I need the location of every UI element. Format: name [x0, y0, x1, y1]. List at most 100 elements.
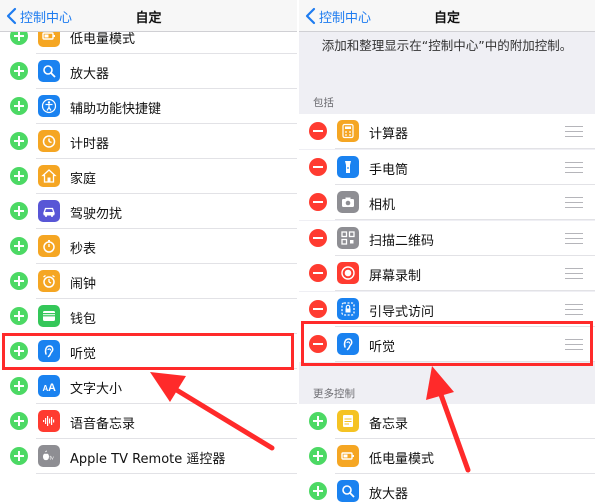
control-row[interactable]: 手电筒 — [299, 149, 595, 185]
control-row[interactable]: 放大器 — [0, 54, 297, 89]
reorder-handle-icon[interactable] — [565, 232, 583, 244]
control-row-label: 放大器 — [70, 67, 110, 82]
control-row[interactable]: 相机 — [299, 185, 595, 220]
timer-icon — [38, 130, 60, 152]
screenshot-stage: 控制中心 自定 低电量模式 放大器 辅助功能快捷键 计时器 家庭 驾驶勿扰 秒表 闹钟 钱包 听觉… — [0, 0, 595, 503]
control-row[interactable]: 语音备忘录 — [0, 404, 297, 439]
control-row-label: 屏幕录制 — [369, 269, 422, 284]
control-row-label: 计时器 — [70, 137, 110, 152]
control-row-label: 家庭 — [70, 172, 97, 187]
reorder-handle-icon[interactable] — [565, 197, 583, 208]
control-row[interactable]: 秒表 — [0, 229, 297, 264]
more-controls-section-header: 更多控制 — [313, 388, 355, 400]
notes-icon — [337, 410, 359, 432]
car-icon — [38, 200, 60, 222]
remove-control-button[interactable] — [309, 264, 327, 282]
customize-description: 添加和整理显示在“控制中心”中的附加控制。 — [321, 38, 573, 53]
control-row-label: 放大器 — [369, 487, 409, 502]
control-row-label: 语音备忘录 — [70, 417, 136, 432]
add-control-button[interactable] — [10, 377, 28, 395]
reorder-handle-icon[interactable] — [565, 126, 583, 137]
control-row-label: 驾驶勿扰 — [70, 207, 123, 222]
highlight-box-left — [2, 333, 294, 370]
control-row[interactable]: 放大器 — [299, 474, 595, 503]
voice-memo-icon — [38, 410, 60, 432]
control-row[interactable]: 扫描二维码 — [299, 220, 595, 256]
control-row[interactable]: 计算器 — [299, 114, 595, 149]
remove-control-button[interactable] — [309, 299, 327, 318]
control-row[interactable]: 备忘录 — [299, 404, 595, 439]
control-row-label: Apple TV Remote 遥控器 — [70, 452, 226, 467]
wallet-icon — [38, 305, 60, 327]
control-row[interactable]: 屏幕录制 — [299, 256, 595, 291]
control-row-label: 扫描二维码 — [369, 233, 435, 249]
guided-access-icon — [337, 297, 359, 320]
control-row[interactable]: tv Apple TV Remote 遥控器 — [0, 439, 297, 474]
control-row-label: 手电筒 — [369, 162, 409, 178]
alarm-icon — [38, 270, 60, 292]
highlight-box-right — [301, 321, 593, 366]
control-row-label: 计算器 — [369, 127, 409, 142]
home-icon — [38, 165, 60, 187]
control-row[interactable]: 钱包 — [0, 299, 297, 334]
remove-control-button[interactable] — [309, 157, 327, 176]
control-row-label: 秒表 — [70, 242, 97, 257]
magnifier-icon — [337, 480, 359, 502]
flashlight-icon — [337, 155, 359, 178]
control-row[interactable]: 家庭 — [0, 159, 297, 194]
add-control-button[interactable] — [309, 412, 327, 430]
control-row-label: 备忘录 — [369, 417, 409, 432]
control-row-label: 辅助功能快捷键 — [70, 102, 162, 117]
control-row[interactable]: 低电量模式 — [299, 439, 595, 474]
control-row[interactable]: 驾驶勿扰 — [0, 194, 297, 229]
camera-icon — [337, 191, 359, 213]
svg-text:tv: tv — [50, 456, 55, 462]
control-row[interactable]: 计时器 — [0, 124, 297, 159]
control-row-label: 相机 — [369, 198, 396, 213]
control-row-label: 闹钟 — [70, 277, 97, 292]
battery-icon — [337, 445, 359, 467]
control-row-label: 钱包 — [70, 312, 97, 327]
add-control-button[interactable] — [10, 132, 28, 150]
control-row[interactable]: 闹钟 — [0, 264, 297, 299]
reorder-handle-icon[interactable] — [565, 303, 583, 315]
add-control-button[interactable] — [10, 412, 28, 430]
add-control-button[interactable] — [10, 167, 28, 185]
add-control-button[interactable] — [10, 62, 28, 80]
remove-control-button[interactable] — [309, 193, 327, 211]
add-control-button[interactable] — [309, 482, 327, 500]
reorder-handle-icon[interactable] — [565, 268, 583, 279]
included-section-header: 包括 — [313, 97, 334, 109]
row-separator — [36, 473, 297, 474]
add-control-button[interactable] — [10, 97, 28, 115]
calculator-icon — [337, 120, 359, 142]
remove-control-button[interactable] — [309, 228, 327, 247]
stopwatch-icon — [38, 235, 60, 257]
control-row-label: 文字大小 — [70, 382, 123, 397]
text-size-icon: AA — [38, 375, 60, 397]
control-row-label: 引导式访问 — [369, 304, 435, 320]
left-nav-bar: 控制中心 自定 — [0, 0, 297, 32]
screen-record-icon — [337, 262, 359, 284]
reorder-handle-icon[interactable] — [565, 161, 583, 173]
apple-tv-icon: tv — [38, 445, 60, 467]
right-nav-bar: 控制中心 自定 — [299, 0, 595, 32]
control-row[interactable]: A A 文字大小 — [0, 369, 297, 404]
add-control-button[interactable] — [10, 447, 28, 465]
add-control-button[interactable] — [309, 447, 327, 465]
left-page-title: 自定 — [135, 11, 162, 26]
qr-code-icon — [337, 226, 359, 249]
control-row-label: 低电量模式 — [369, 452, 435, 467]
add-control-button[interactable] — [10, 307, 28, 325]
left-settings-panel: 控制中心 自定 低电量模式 放大器 辅助功能快捷键 计时器 家庭 驾驶勿扰 秒表 闹钟 钱包 听觉… — [0, 0, 297, 503]
accessibility-icon — [38, 95, 60, 117]
add-control-button[interactable] — [10, 237, 28, 255]
svg-text:A: A — [48, 382, 56, 394]
right-page-title: 自定 — [433, 11, 460, 26]
control-row[interactable]: 辅助功能快捷键 — [0, 89, 297, 124]
add-control-button[interactable] — [10, 202, 28, 220]
add-control-button[interactable] — [10, 272, 28, 290]
magnifier-icon — [38, 60, 60, 82]
remove-control-button[interactable] — [309, 122, 327, 140]
right-settings-panel: 控制中心 自定 添加和整理显示在“控制中心”中的附加控制。 包括 计算器手电筒相… — [299, 0, 595, 503]
